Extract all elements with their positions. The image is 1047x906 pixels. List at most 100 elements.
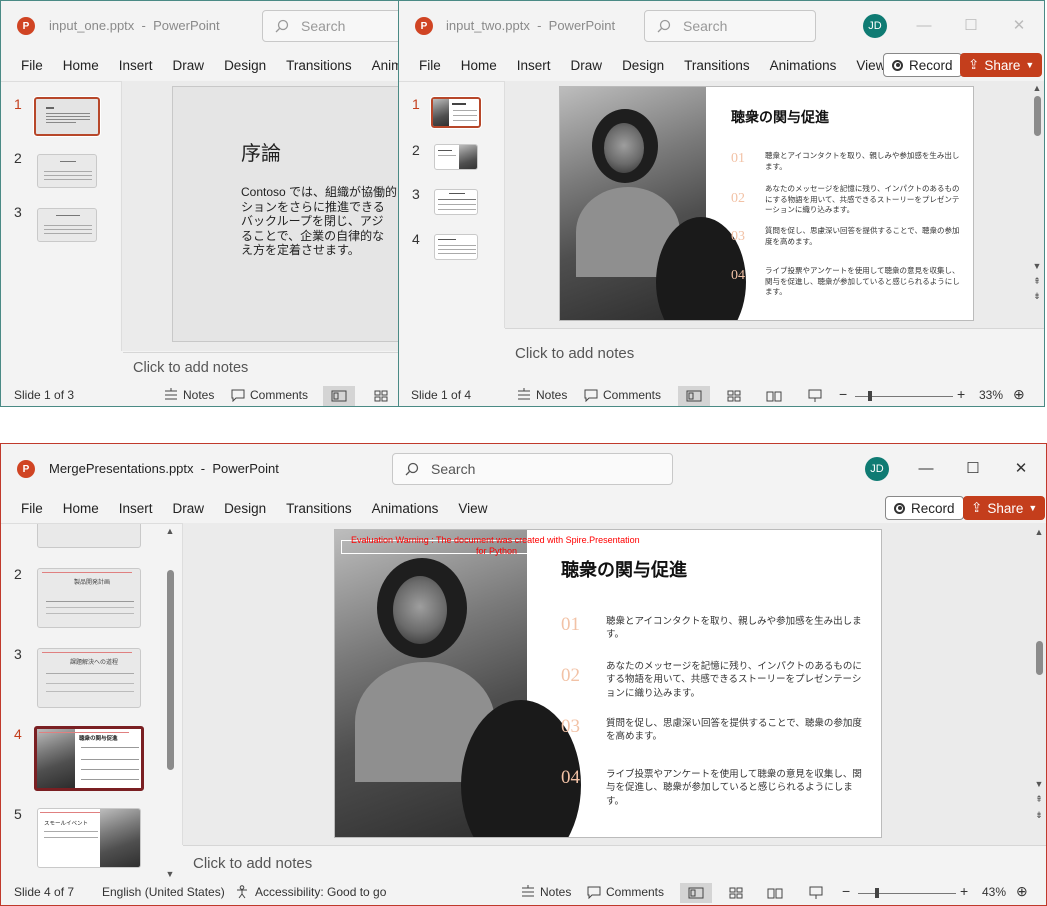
- tab-file[interactable]: File: [1, 501, 53, 516]
- item-text[interactable]: 聴衆とアイコンタクトを取り、親しみや参加感を生み出します。: [606, 615, 866, 642]
- slide-thumbnail-5[interactable]: スモールイベント: [37, 808, 141, 868]
- normal-view-button[interactable]: [680, 883, 712, 903]
- tab-transitions[interactable]: Transitions: [276, 501, 362, 516]
- scroll-up-icon[interactable]: ▲: [1031, 83, 1043, 93]
- zoom-slider-thumb[interactable]: [875, 888, 879, 898]
- comments-button[interactable]: Comments: [230, 388, 308, 402]
- search-box[interactable]: Search: [392, 453, 673, 485]
- zoom-level[interactable]: 43%: [982, 885, 1006, 899]
- scroll-up-icon[interactable]: ▲: [164, 526, 176, 536]
- reading-view-button[interactable]: [759, 883, 791, 903]
- language-indicator[interactable]: English (United States): [102, 885, 225, 899]
- tab-transitions[interactable]: Transitions: [276, 58, 362, 73]
- normal-view-button[interactable]: [323, 386, 355, 406]
- zoom-in-button[interactable]: +: [960, 883, 968, 899]
- slide-thumbnail-3[interactable]: [37, 208, 97, 242]
- reading-view-button[interactable]: [758, 386, 790, 406]
- comments-button[interactable]: Comments: [583, 388, 661, 402]
- slide-sorter-button[interactable]: [365, 386, 397, 406]
- slide-thumbnail-3[interactable]: [434, 189, 478, 215]
- tab-draw[interactable]: Draw: [163, 501, 215, 516]
- tab-draw[interactable]: Draw: [561, 58, 613, 73]
- accessibility-button[interactable]: Accessibility: Good to go: [235, 885, 386, 899]
- slide-canvas[interactable]: 聴衆の関与促進 01 聴衆とアイコンタクトを取り、親しみや参加感を生み出します。…: [559, 86, 974, 321]
- avatar[interactable]: JD: [863, 14, 887, 38]
- zoom-out-button[interactable]: −: [839, 386, 847, 402]
- notes-button[interactable]: Notes: [163, 388, 214, 402]
- zoom-slider-thumb[interactable]: [868, 391, 872, 401]
- slide-thumbnail-1[interactable]: [37, 524, 141, 548]
- tab-animations[interactable]: Animations: [362, 501, 449, 516]
- tab-file[interactable]: File: [1, 58, 53, 73]
- tab-transitions[interactable]: Transitions: [674, 58, 760, 73]
- slideshow-button[interactable]: [800, 883, 832, 903]
- notes-pane[interactable]: Click to add notes: [183, 845, 1046, 881]
- notes-pane[interactable]: Click to add notes: [123, 352, 398, 382]
- item-text[interactable]: 質問を促し、思慮深い回答を提供することで、聴衆の参加度を高めます。: [765, 226, 961, 247]
- normal-view-button[interactable]: [678, 386, 710, 406]
- close-button[interactable]: ✕: [1006, 456, 1036, 480]
- tab-design[interactable]: Design: [612, 58, 674, 73]
- slide-sorter-button[interactable]: [718, 386, 750, 406]
- slideshow-button[interactable]: [799, 386, 831, 406]
- slide-body[interactable]: Contoso では、組織が協働的 ションをさらに推進できる バックループを閉じ…: [241, 185, 397, 258]
- notes-pane[interactable]: Click to add notes: [505, 328, 1044, 378]
- slide-title[interactable]: 聴衆の関与促進: [731, 107, 829, 127]
- slide-canvas[interactable]: 序論 Contoso では、組織が協働的 ションをさらに推進できる バックループ…: [172, 86, 398, 342]
- item-text[interactable]: 質問を促し、思慮深い回答を提供することで、聴衆の参加度を高めます。: [606, 717, 866, 744]
- fit-to-window-icon[interactable]: ⊕: [1016, 883, 1028, 900]
- slide-title[interactable]: 序論: [241, 137, 281, 166]
- slide-thumbnail-4[interactable]: [434, 234, 478, 260]
- slide-thumbnail-1[interactable]: [33, 96, 101, 137]
- minimize-button[interactable]: —: [909, 13, 939, 37]
- tab-insert[interactable]: Insert: [109, 58, 163, 73]
- tab-animations[interactable]: Anim: [362, 58, 398, 73]
- slide-thumbnail-2[interactable]: [37, 154, 97, 188]
- tab-home[interactable]: Home: [451, 58, 507, 73]
- tab-insert[interactable]: Insert: [507, 58, 561, 73]
- scroll-down-icon[interactable]: ▼: [164, 869, 176, 879]
- zoom-in-button[interactable]: +: [957, 386, 965, 402]
- slide-title[interactable]: 聴衆の関与促進: [561, 556, 687, 582]
- minimize-button[interactable]: —: [911, 456, 941, 480]
- notes-button[interactable]: Notes: [520, 885, 571, 899]
- tab-draw[interactable]: Draw: [163, 58, 215, 73]
- slide-sorter-button[interactable]: [720, 883, 752, 903]
- tab-animations[interactable]: Animations: [760, 58, 847, 73]
- item-text[interactable]: ライブ投票やアンケートを使用して聴衆の意見を収集し、関与を促進し、聴衆が参加して…: [606, 768, 866, 808]
- close-button[interactable]: ✕: [1004, 13, 1034, 37]
- tab-insert[interactable]: Insert: [109, 501, 163, 516]
- item-text[interactable]: 聴衆とアイコンタクトを取り、親しみや参加感を生み出します。: [765, 151, 961, 172]
- zoom-level[interactable]: 33%: [979, 388, 1003, 402]
- previous-slide-icon[interactable]: ⇞: [1033, 794, 1045, 805]
- thumbnail-scrollbar[interactable]: ▲ ▼: [164, 524, 176, 879]
- next-slide-icon[interactable]: ⇟: [1033, 810, 1045, 821]
- item-text[interactable]: ライブ投票やアンケートを使用して聴衆の意見を収集し、関与を促進し、聴衆が参加して…: [765, 266, 961, 298]
- item-text[interactable]: あなたのメッセージを記憶に残り、インパクトのあるものにする物語を用いて、共感でき…: [606, 660, 866, 700]
- record-button[interactable]: Record: [885, 496, 964, 520]
- previous-slide-icon[interactable]: ⇞: [1031, 276, 1043, 287]
- share-button[interactable]: ⇪ Share ▼: [963, 496, 1046, 520]
- zoom-out-button[interactable]: −: [842, 883, 850, 899]
- search-box[interactable]: Search: [262, 10, 398, 42]
- maximize-button[interactable]: ☐: [956, 13, 986, 37]
- vertical-scrollbar[interactable]: ▲ ▼ ⇞ ⇟: [1031, 81, 1043, 328]
- share-button[interactable]: ⇪ Share ▼: [960, 53, 1043, 77]
- notes-button[interactable]: Notes: [516, 388, 567, 402]
- tab-design[interactable]: Design: [214, 501, 276, 516]
- avatar[interactable]: JD: [865, 457, 889, 481]
- fit-to-window-icon[interactable]: ⊕: [1013, 386, 1025, 403]
- slide-thumbnail-4[interactable]: 聴衆の関与促進: [34, 726, 144, 791]
- next-slide-icon[interactable]: ⇟: [1031, 291, 1043, 302]
- comments-button[interactable]: Comments: [586, 885, 664, 899]
- scroll-up-icon[interactable]: ▲: [1033, 527, 1045, 537]
- scroll-down-icon[interactable]: ▼: [1031, 261, 1043, 271]
- slide-thumbnail-1[interactable]: [430, 96, 482, 129]
- slide-thumbnail-2[interactable]: [434, 144, 478, 170]
- scroll-down-icon[interactable]: ▼: [1033, 779, 1045, 789]
- tab-home[interactable]: Home: [53, 58, 109, 73]
- slide-thumbnail-2[interactable]: 製品開発計画: [37, 568, 141, 628]
- tab-view[interactable]: View: [448, 501, 497, 516]
- maximize-button[interactable]: ☐: [958, 456, 988, 480]
- search-box[interactable]: Search: [644, 10, 816, 42]
